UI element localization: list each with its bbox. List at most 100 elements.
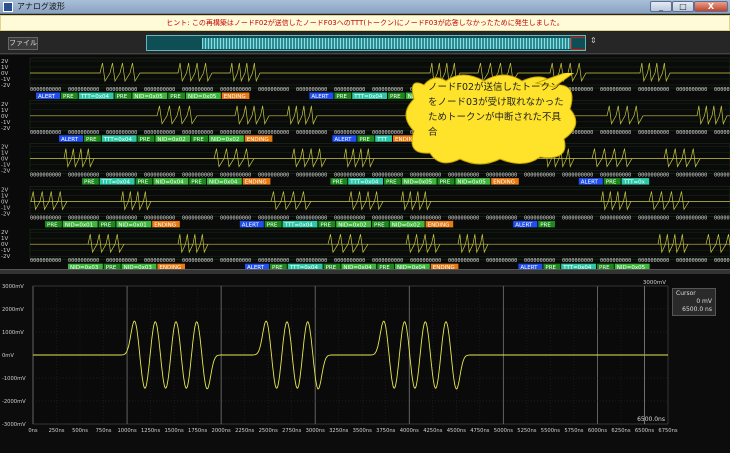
protocol-label-ttt[interactable]: TTT=0x04	[99, 178, 135, 186]
svg-text:NID=0x05: NID=0x05	[134, 94, 163, 100]
protocol-label-alert[interactable]: ALERT	[36, 92, 60, 101]
protocol-label-alert[interactable]: ALERT	[513, 220, 538, 229]
protocol-label-nid[interactable]: NID=0x04	[153, 178, 189, 186]
protocol-label-pre[interactable]: PRE	[264, 220, 282, 229]
hex-digits: 0000000000	[182, 173, 213, 179]
protocol-label-end[interactable]: ENDING	[221, 92, 250, 101]
protocol-label-pre[interactable]: PRE	[82, 178, 99, 186]
digital-trace-row[interactable]: 2V1V0V-1V-2V0000000000 0000000000 00000000…	[1, 186, 730, 228]
hex-digits: 0000000000	[600, 258, 631, 264]
protocol-label-alert[interactable]: ALERT	[332, 135, 357, 143]
protocol-label-end[interactable]: ENDING	[152, 220, 180, 229]
title-bar[interactable]: アナログ波形 _ □ X	[0, 0, 730, 14]
svg-text:ALERT: ALERT	[581, 180, 599, 186]
protocol-label-ttt[interactable]: TTT=0x04	[282, 220, 318, 229]
protocol-label-ttt[interactable]: TTT=0x	[621, 178, 650, 186]
protocol-label-pre[interactable]: PRE	[538, 220, 555, 229]
protocol-label-pre[interactable]: PRE	[384, 178, 401, 186]
overview-scrollbar[interactable]	[146, 35, 586, 51]
protocol-label-ttt[interactable]: TTT=0x04	[352, 92, 387, 101]
protocol-label-nid[interactable]: NID=0x05	[401, 178, 437, 186]
close-button[interactable]: X	[694, 1, 728, 12]
hex-digits: 0000000000	[714, 130, 730, 136]
protocol-label-nid[interactable]: NID=0x05	[455, 178, 491, 186]
analog-chart[interactable]: 0ns 250ns 500ns 750ns 1000ns 1250ns 1500ns 1750…	[0, 274, 730, 453]
protocol-label-nid[interactable]: NID=0x04	[207, 178, 242, 186]
protocol-label-pre[interactable]: PRE	[114, 92, 132, 101]
protocol-label-nid[interactable]: NID=0x02	[155, 135, 191, 143]
protocol-label-alert[interactable]: ALERT	[239, 220, 264, 229]
protocol-label-alert[interactable]: ALERT	[578, 178, 603, 186]
protocol-label-pre[interactable]: PRE	[135, 178, 153, 186]
hex-digits: 0000000000	[676, 87, 707, 93]
protocol-label-pre[interactable]: PRE	[372, 220, 389, 229]
protocol-label-end[interactable]: ENDING	[242, 178, 271, 186]
hex-digits: 0000000000	[144, 87, 175, 93]
protocol-label-alert[interactable]: ALERT	[59, 135, 83, 143]
protocol-label-end[interactable]: ENDING	[425, 220, 454, 229]
top-value-label: 3000mV	[643, 280, 666, 286]
protocol-label-pre[interactable]: PRE	[137, 135, 155, 143]
x-tick-label: 1750ns	[188, 428, 207, 434]
hex-digits: 0000000000	[106, 258, 137, 264]
protocol-label-pre[interactable]: PRE	[388, 92, 405, 101]
protocol-label-nid[interactable]: NID=0x05	[186, 92, 221, 101]
overview-error-marker[interactable]	[571, 37, 585, 50]
scroll-arrow-icon[interactable]: ⇕	[590, 36, 597, 45]
protocol-label-ttt[interactable]: TTT=0x04	[348, 178, 383, 186]
y-tick-label: -3000mV	[2, 422, 26, 428]
protocol-label-nid[interactable]: NID=0x02	[209, 135, 244, 143]
file-button[interactable]: ファイル	[8, 37, 38, 50]
svg-text:PRE: PRE	[336, 94, 347, 100]
protocol-label-pre[interactable]: PRE	[84, 135, 101, 143]
protocol-label-pre[interactable]: PRE	[168, 92, 185, 101]
protocol-label-pre[interactable]: PRE	[357, 135, 375, 143]
hex-digits: 0000000000	[144, 130, 175, 136]
svg-text:NID=0x01: NID=0x01	[118, 222, 146, 228]
protocol-label-pre[interactable]: PRE	[334, 92, 352, 101]
x-tick-label: 4500ns	[447, 428, 466, 434]
x-tick-label: 250ns	[49, 428, 65, 434]
hex-digits: 0000000000	[410, 258, 441, 264]
protocol-label-nid[interactable]: NID=0x01	[116, 220, 152, 229]
svg-text:PRE: PRE	[84, 180, 95, 186]
hex-digits: 0000000000	[30, 258, 61, 264]
digital-trace	[30, 62, 730, 83]
protocol-label-ttt[interactable]: TTT=0x04	[78, 92, 114, 101]
hex-digits: 0000000000	[258, 87, 289, 93]
hex-digits: 0000000000	[714, 258, 730, 264]
protocol-label-pre[interactable]: PRE	[603, 178, 621, 186]
digital-trace-row[interactable]: 2V1V0V-1V-2V0000000000 0000000000 00000000…	[1, 57, 730, 101]
hex-digits: 0000000000	[106, 130, 137, 136]
protocol-label-pre[interactable]: PRE	[318, 220, 336, 229]
digital-trace-row[interactable]: 2V1V0V-1V-2V0000000000 0000000000 00000000…	[1, 228, 730, 269]
protocol-label-pre[interactable]: PRE	[191, 135, 208, 143]
protocol-label-nid[interactable]: NID=0x02	[389, 220, 425, 229]
protocol-label-alert[interactable]: ALERT	[309, 92, 334, 101]
digital-trace-panel[interactable]: 2V1V0V-1V-2V0000000000 0000000000 00000000…	[0, 55, 730, 269]
protocol-label-pre[interactable]: PRE	[45, 220, 62, 229]
digital-trace	[30, 191, 730, 211]
digital-trace-row[interactable]: 2V1V0V-1V-2V0000000000 0000000000 00000000…	[1, 143, 730, 186]
svg-text:TTT=0x04: TTT=0x04	[353, 94, 383, 100]
protocol-label-nid[interactable]: NID=0x02	[336, 220, 371, 229]
svg-text:PRE: PRE	[386, 180, 397, 186]
protocol-label-ttt[interactable]: TTT	[375, 135, 392, 143]
digital-trace-row[interactable]: 2V1V0V-1V-2V0000000000 0000000000 00000000…	[1, 100, 730, 143]
protocol-label-end[interactable]: ENDING	[491, 178, 519, 186]
protocol-label-pre[interactable]: PRE	[98, 220, 116, 229]
callout-text: ノードF02が送信したトークンをノード03が受け取れなかったためトークンが中断さ…	[428, 82, 564, 138]
protocol-label-nid[interactable]: NID=0x01	[62, 220, 98, 229]
protocol-label-end[interactable]: ENDING	[244, 135, 273, 143]
protocol-label-nid[interactable]: NID=0x05	[132, 92, 168, 101]
hex-digits: 0000000000	[372, 130, 403, 136]
protocol-label-pre[interactable]: PRE	[330, 178, 348, 186]
maximize-button[interactable]: □	[672, 1, 694, 12]
svg-text:NID=0x01: NID=0x01	[65, 222, 93, 228]
protocol-label-pre[interactable]: PRE	[61, 92, 78, 101]
protocol-label-pre[interactable]: PRE	[437, 178, 455, 186]
protocol-label-ttt[interactable]: TTT=0x04	[101, 135, 137, 143]
svg-text:ALERT: ALERT	[334, 137, 352, 143]
protocol-label-pre[interactable]: PRE	[189, 178, 206, 186]
minimize-button[interactable]: _	[650, 1, 672, 12]
